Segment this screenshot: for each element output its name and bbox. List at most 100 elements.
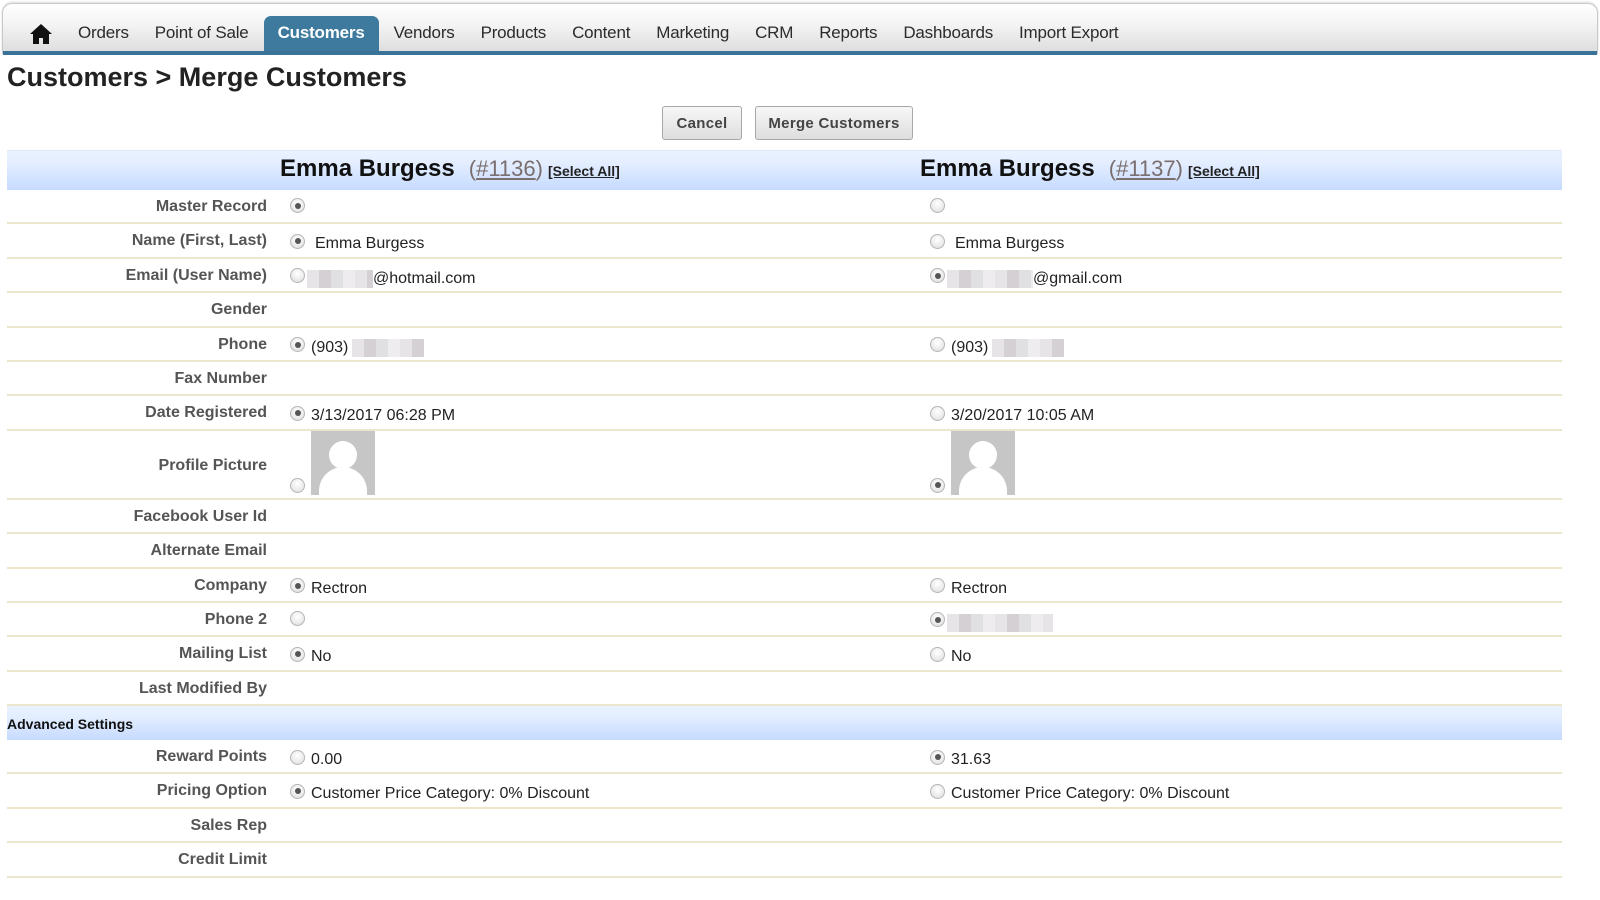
right-master-record-radio[interactable]: [930, 198, 945, 213]
right-mailing-list-value: No: [951, 648, 972, 666]
field-row-phone-2: Phone 2: [7, 603, 1562, 638]
field-label-pricing-option: Pricing Option: [156, 782, 267, 800]
right-mailing-list-cell: No: [930, 645, 972, 666]
left-mailing-list-cell: No: [290, 645, 331, 665]
right-date-registered-cell: 3/20/2017 10:05 AM: [930, 404, 1095, 425]
right-phone-2-cell: [930, 611, 1053, 632]
left-name-first-last-cell: Emma Burgess: [290, 232, 425, 253]
cancel-button[interactable]: Cancel: [662, 106, 742, 140]
field-row-name-first-last: Name (First, Last) Emma Burgess Emma Burge…: [7, 224, 1562, 259]
left-customer-id-link[interactable]: #1136: [476, 156, 536, 181]
field-label-reward-points: Reward Points: [155, 748, 267, 766]
left-company-radio[interactable]: [290, 578, 305, 594]
right-date-registered-value: 3/20/2017 10:05 AM: [951, 407, 1095, 425]
avatar-body-icon: [959, 466, 1007, 495]
nav-home-button[interactable]: [17, 16, 65, 52]
avatar-head-icon: [329, 440, 357, 469]
profile-picture-avatar: [311, 430, 375, 495]
nav-item-content[interactable]: Content: [559, 16, 643, 52]
nav-item-dashboards[interactable]: Dashboards: [890, 16, 1006, 52]
left-master-record-radio[interactable]: [290, 198, 305, 213]
customer-header-row: Emma Burgess (#1136) [Select All] Emma B…: [7, 150, 1562, 190]
field-row-profile-picture: Profile Picture: [7, 430, 1562, 500]
left-date-registered-value: 3/13/2017 06:28 PM: [311, 407, 456, 425]
right-date-registered-radio[interactable]: [930, 405, 945, 421]
field-label-sales-rep: Sales Rep: [190, 816, 267, 834]
left-profile-picture-radio[interactable]: [290, 477, 305, 493]
merge-table: Emma Burgess (#1136) [Select All] Emma B…: [7, 150, 1562, 878]
right-email-user-name-value: @gmail.com: [1033, 269, 1123, 287]
right-reward-points-value: 31.63: [951, 751, 992, 769]
field-row-email-user-name: Email (User Name) @hotmail.com @gmail.com: [7, 259, 1562, 294]
left-company-cell: Rectron: [290, 577, 367, 597]
right-customer-id-link[interactable]: #1137: [1116, 156, 1176, 181]
field-label-company: Company: [194, 576, 267, 594]
nav-item-vendors[interactable]: Vendors: [381, 16, 468, 52]
redacted-text: [947, 269, 1033, 288]
left-email-user-name-radio[interactable]: [290, 268, 305, 284]
field-row-alternate-email: Alternate Email: [7, 534, 1562, 569]
field-label-facebook-user-id: Facebook User Id: [133, 507, 267, 525]
right-phone-cell: (903): [930, 336, 1065, 357]
page-title: Customers > Merge Customers: [7, 62, 407, 92]
field-label-profile-picture: Profile Picture: [158, 456, 267, 474]
left-reward-points-cell: 0.00: [290, 748, 342, 768]
right-phone-radio[interactable]: [930, 337, 945, 353]
field-row-sales-rep: Sales Rep: [7, 809, 1562, 844]
right-pricing-option-radio[interactable]: [930, 783, 945, 799]
field-row-master-record: Master Record: [7, 190, 1562, 225]
left-date-registered-radio[interactable]: [290, 405, 305, 421]
nav-item-point-of-sale[interactable]: Point of Sale: [142, 16, 262, 52]
nav-item-marketing[interactable]: Marketing: [643, 16, 742, 52]
nav-item-crm[interactable]: CRM: [742, 16, 806, 52]
main-nav: Orders Point of Sale Customers Vendors P…: [2, 3, 1598, 55]
left-customer-id: (#1136): [468, 156, 543, 181]
field-row-mailing-list: Mailing List No No: [7, 637, 1562, 672]
avatar-body-icon: [319, 466, 367, 495]
field-label-alternate-email: Alternate Email: [150, 542, 267, 560]
merge-customers-button[interactable]: Merge Customers: [755, 106, 913, 140]
left-customer-name: Emma Burgess: [280, 155, 455, 182]
right-company-radio[interactable]: [930, 578, 945, 594]
home-icon: [30, 24, 52, 44]
right-company-cell: Rectron: [930, 577, 1007, 597]
field-label-gender: Gender: [210, 301, 267, 319]
field-label-name-first-last: Name (First, Last): [131, 232, 267, 250]
right-pricing-option-value: Customer Price Category: 0% Discount: [951, 785, 1230, 803]
nav-item-reports[interactable]: Reports: [806, 16, 890, 52]
advanced-fields: Reward Points 0.00 31.63 Pricing Option Cust…: [7, 740, 1562, 878]
field-label-phone-2: Phone 2: [204, 610, 267, 628]
field-row-date-registered: Date Registered 3/13/2017 06:28 PM 3/20/20…: [7, 396, 1562, 431]
right-select-all-link[interactable]: [Select All]: [1188, 163, 1260, 179]
nav-items: Orders Point of Sale Customers Vendors P…: [3, 4, 1131, 52]
right-name-first-last-radio[interactable]: [930, 233, 945, 249]
right-name-first-last-value: Emma Burgess: [955, 235, 1065, 253]
nav-item-orders[interactable]: Orders: [65, 16, 142, 52]
right-customer-id: (#1137): [1108, 156, 1183, 181]
left-name-first-last-value: Emma Burgess: [315, 235, 425, 253]
right-customer-header: Emma Burgess (#1137) [Select All]: [920, 155, 1260, 183]
left-phone-radio[interactable]: [290, 337, 305, 353]
right-customer-name: Emma Burgess: [920, 155, 1095, 182]
nav-item-products[interactable]: Products: [468, 16, 560, 52]
right-profile-picture-radio[interactable]: [930, 477, 945, 493]
left-phone-2-radio[interactable]: [290, 610, 305, 626]
right-phone-2-radio[interactable]: [930, 612, 945, 628]
redacted-text: [992, 338, 1065, 357]
right-reward-points-radio[interactable]: [930, 749, 945, 765]
left-pricing-option-radio[interactable]: [290, 783, 305, 799]
right-email-user-name-radio[interactable]: [930, 268, 945, 284]
right-mailing-list-radio[interactable]: [930, 646, 945, 662]
nav-item-customers[interactable]: Customers: [263, 16, 379, 52]
left-name-first-last-radio[interactable]: [290, 233, 305, 249]
field-label-fax-number: Fax Number: [174, 369, 267, 387]
left-phone-2-cell: [290, 610, 305, 626]
nav-item-import-export[interactable]: Import Export: [1006, 16, 1131, 52]
advanced-settings-header: Advanced Settings: [7, 706, 1562, 741]
left-select-all-link[interactable]: [Select All]: [548, 163, 620, 179]
field-row-phone: Phone (903) (903): [7, 328, 1562, 362]
left-master-record-cell: [290, 198, 305, 213]
field-row-gender: Gender: [7, 293, 1562, 328]
left-reward-points-radio[interactable]: [290, 749, 305, 765]
left-mailing-list-radio[interactable]: [290, 646, 305, 662]
